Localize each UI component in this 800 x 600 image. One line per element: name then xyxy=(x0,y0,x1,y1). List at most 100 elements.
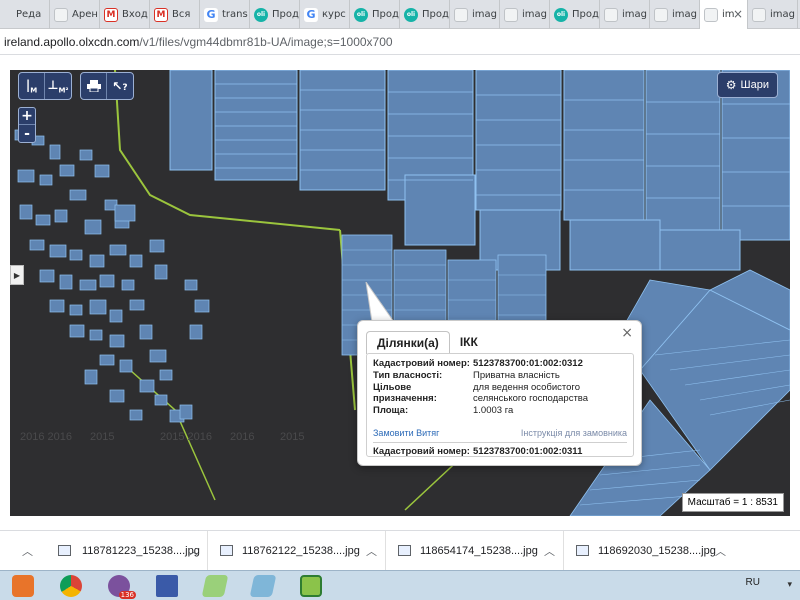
address-bar[interactable]: ireland.apollo.olxcdn.com/v1/files/vgm44… xyxy=(0,29,800,55)
image-file-icon xyxy=(398,544,411,556)
detail-row: Цільове призначення: для ведення особист… xyxy=(373,382,627,404)
doc-favicon-icon xyxy=(752,7,766,22)
browser-tab[interactable]: oli Прод xyxy=(400,0,450,29)
olx-favicon-icon: oli xyxy=(404,7,418,22)
editor-icon xyxy=(249,574,277,597)
notification-badge: 136 xyxy=(118,590,136,599)
detail-row: Кадастровий номер: 5123783700:01:002:031… xyxy=(373,446,627,456)
customer-instruction-link[interactable]: Інструкція для замовника xyxy=(521,428,627,438)
browser-tab[interactable]: imag xyxy=(500,0,550,29)
taskbar-app[interactable] xyxy=(240,572,286,600)
gmail-favicon-icon: M xyxy=(154,7,168,22)
tab-parcels[interactable]: Ділянки(а) xyxy=(366,331,450,354)
browser-tab[interactable]: im × xyxy=(700,0,748,29)
chevron-up-icon[interactable]: ︿ xyxy=(188,543,199,559)
browser-tab[interactable]: imag xyxy=(450,0,500,29)
google-favicon-icon: G xyxy=(204,7,218,22)
doc-favicon-icon xyxy=(654,7,668,22)
tab-title: Вся xyxy=(172,9,191,20)
tab-title: imag xyxy=(622,9,647,20)
url-host: ireland.apollo.olxcdn.com xyxy=(4,34,140,49)
downloads-bar: ︿ 118781223_15238....jpg ︿ 118762122_152… xyxy=(0,530,800,571)
detail-row: Площа: 1.0003 га xyxy=(373,405,627,416)
image-file-icon xyxy=(576,544,589,556)
image-file-icon xyxy=(220,544,233,556)
layers-button[interactable]: ⚙ Шари xyxy=(716,72,778,98)
url-text[interactable]: ireland.apollo.olxcdn.com/v1/files/vgm44… xyxy=(4,35,393,49)
tab-ikk[interactable]: ІКК xyxy=(450,331,488,354)
browser-tab[interactable]: Gкурс xyxy=(300,0,350,29)
parcel-info-popup: × Ділянки(а) ІКК Кадастровий номер: 5123… xyxy=(357,320,642,466)
browser-tab[interactable]: imag xyxy=(650,0,700,29)
download-item[interactable]: 118762122_15238....jpg ︿ xyxy=(208,530,386,571)
area-measure-button[interactable]: ⊥М² xyxy=(45,73,71,99)
tab-title: Прод xyxy=(372,9,399,20)
identify-button[interactable]: ↖? xyxy=(107,73,133,99)
popup-tabs: Ділянки(а) ІКК xyxy=(366,331,488,354)
notepad-icon xyxy=(201,574,229,597)
tab-title: imag xyxy=(472,9,497,20)
popup-pointer xyxy=(365,282,395,323)
download-item[interactable]: 118692030_15238....jpg ︿ xyxy=(564,531,734,571)
close-icon[interactable]: × xyxy=(621,325,633,341)
zoom-out-button[interactable]: - xyxy=(19,125,35,142)
save-icon xyxy=(156,574,178,597)
close-tab-icon[interactable]: × xyxy=(733,7,743,21)
chevron-down-icon[interactable]: ▾ xyxy=(787,580,792,590)
browser-tab[interactable]: M Вся xyxy=(150,0,200,29)
browser-tab[interactable]: oli Прод xyxy=(550,0,600,29)
browser-tab[interactable]: M Вход xyxy=(100,0,150,29)
download-filename: 118692030_15238....jpg xyxy=(598,544,716,557)
tab-title: Прод xyxy=(272,9,299,20)
scale-indicator: Масштаб = 1 : 8531 xyxy=(681,493,784,512)
print-help-tools: ↖? xyxy=(80,72,134,100)
svg-text:2016 2016: 2016 2016 xyxy=(20,431,72,443)
chevron-up-icon[interactable]: ︿ xyxy=(544,543,555,559)
print-button[interactable] xyxy=(81,73,107,99)
taskbar-app[interactable] xyxy=(288,572,334,600)
taskbar-app[interactable] xyxy=(144,572,190,600)
browser-tab[interactable]: oli Прод xyxy=(350,0,400,29)
gear-icon: ⚙ xyxy=(725,78,737,92)
download-item[interactable]: 118781223_15238....jpg ︿ xyxy=(30,530,208,571)
ruler-icon: |М xyxy=(25,77,38,95)
tab-title: imag xyxy=(672,9,697,20)
detail-key: Площа: xyxy=(373,405,409,416)
ruler-button[interactable]: |М xyxy=(19,73,45,99)
layers-label: Шари xyxy=(740,79,769,91)
language-indicator[interactable]: RU xyxy=(746,577,760,588)
side-panel-toggle[interactable]: ▶ xyxy=(10,265,24,285)
image-file-icon xyxy=(58,544,71,556)
browser-tab[interactable]: imag xyxy=(748,0,798,29)
browser-tab[interactable]: Реда xyxy=(0,0,50,29)
browser-tab[interactable]: Gtrans xyxy=(200,0,250,29)
download-item[interactable]: 118654174_15238....jpg ︿ xyxy=(386,530,564,571)
chevron-up-icon[interactable]: ︿ xyxy=(715,543,726,559)
printer-icon xyxy=(86,80,101,92)
svg-text:2015 2016: 2015 2016 xyxy=(160,431,212,443)
tab-title: Прод xyxy=(422,9,449,20)
tab-title: Реда xyxy=(16,9,42,20)
cursor-help-icon: ↖? xyxy=(112,79,128,93)
browser-tab[interactable]: imag xyxy=(600,0,650,29)
browser-tab[interactable]: oli Прод xyxy=(250,0,300,29)
taskbar-app[interactable] xyxy=(48,572,94,600)
chevron-right-icon: ▶ xyxy=(13,270,21,280)
zoom-in-button[interactable]: + xyxy=(19,108,35,125)
area-icon: ⊥М² xyxy=(47,77,69,95)
zoom-control: + - xyxy=(18,107,36,143)
browser-tab[interactable]: Арен xyxy=(50,0,100,29)
doc-favicon-icon xyxy=(54,7,68,22)
svg-text:2015: 2015 xyxy=(90,431,114,443)
svg-text:2015: 2015 xyxy=(280,431,304,443)
taskbar-app[interactable] xyxy=(192,572,238,600)
taskbar-app[interactable] xyxy=(0,572,46,600)
chevron-up-icon[interactable]: ︿ xyxy=(366,543,377,559)
order-extract-link[interactable]: Замовити Витяг xyxy=(373,428,439,438)
tab-title: Арен xyxy=(72,9,98,20)
detail-row: Кадастровий номер: 5123783700:01:002:031… xyxy=(373,358,627,369)
ownership-type: Приватна власність xyxy=(473,370,560,381)
gmail-favicon-icon: M xyxy=(104,7,118,22)
chrome-icon xyxy=(60,574,82,597)
taskbar-app[interactable]: 136 xyxy=(96,572,142,600)
